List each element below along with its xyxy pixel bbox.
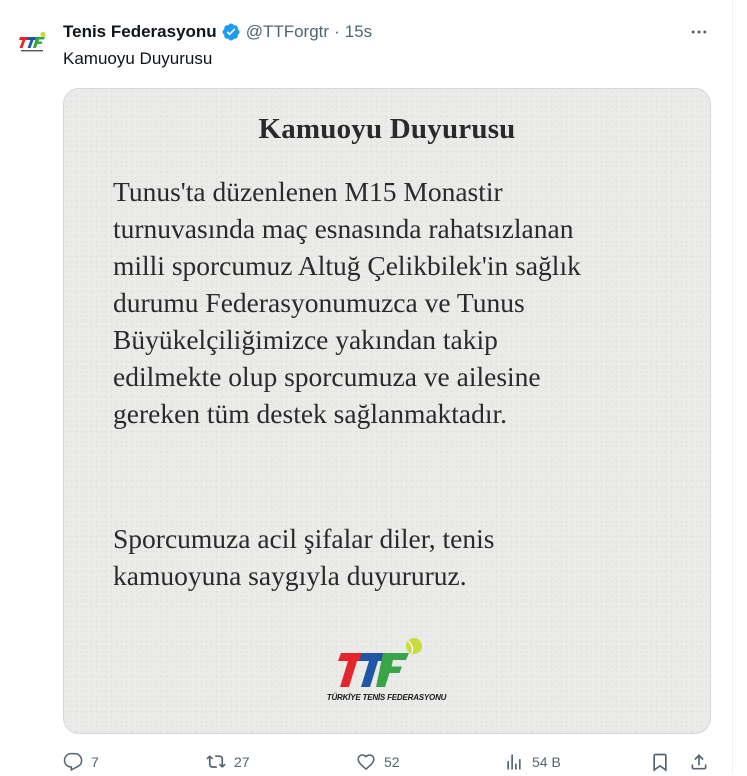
repost-button[interactable]: 27 — [206, 748, 250, 776]
separator-dot: · — [334, 22, 340, 41]
repost-count: 27 — [234, 754, 250, 770]
repost-icon — [206, 755, 226, 768]
ttf-avatar-logo-icon — [19, 31, 46, 52]
action-bar: 7 27 52 54 B — [63, 748, 711, 776]
bookmark-icon — [653, 753, 667, 772]
announcement-title: Kamuoyu Duyurusu — [258, 113, 516, 145]
views-icon — [507, 754, 521, 770]
share-icon — [691, 754, 707, 770]
tweet-media-image[interactable]: Kamuoyu Duyurusu Tunus'ta düzenlenen M15… — [63, 88, 711, 734]
timestamp[interactable]: 15s — [345, 22, 372, 42]
tweet-header: Tenis Federasyonu @TTForgtr · 15s — [63, 21, 372, 43]
avatar[interactable] — [12, 22, 52, 62]
verified-badge-icon[interactable] — [221, 22, 241, 42]
announcement-card: Kamuoyu Duyurusu Tunus'ta düzenlenen M15… — [64, 89, 710, 733]
reply-count: 7 — [91, 754, 99, 770]
author-handle[interactable]: @TTForgtr — [246, 22, 329, 42]
tweet-text: Kamuoyu Duyurusu — [63, 49, 213, 68]
announcement-closing: Sporcumuza acil şifalar diler, tenis kam… — [113, 523, 495, 591]
author-name[interactable]: Tenis Federasyonu — [63, 22, 217, 42]
share-button[interactable] — [689, 748, 709, 776]
views-count: 54 B — [532, 754, 561, 770]
like-button[interactable]: 52 — [356, 748, 400, 776]
reply-button[interactable]: 7 — [63, 748, 99, 776]
reply-icon — [63, 752, 83, 772]
like-icon — [357, 754, 375, 771]
announcement-body: Tunus'ta düzenlenen M15 Monastir turnuva… — [113, 176, 581, 429]
bookmark-button[interactable] — [650, 748, 670, 776]
more-icon[interactable] — [688, 22, 710, 42]
tweet[interactable]: Tenis Federasyonu @TTForgtr · 15s Kamuoy… — [0, 0, 733, 774]
logo-caption: TÜRKİYE TENİS FEDERASYONU — [326, 693, 447, 702]
like-count: 52 — [384, 754, 400, 770]
views-button[interactable]: 54 B — [504, 748, 561, 776]
